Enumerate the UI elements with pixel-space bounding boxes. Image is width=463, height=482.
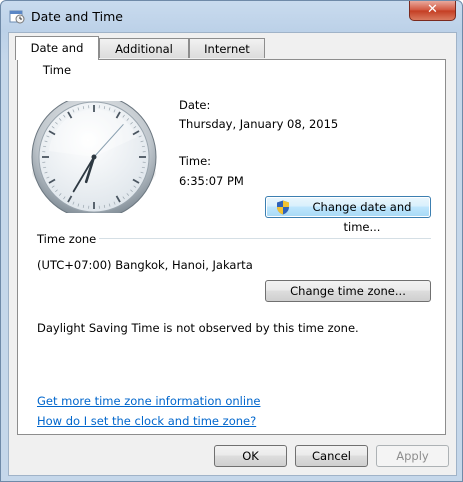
time-zone-heading: Time zone — [37, 232, 97, 246]
close-icon: ✕ — [427, 2, 438, 17]
window-title: Date and Time — [31, 9, 123, 24]
title-bar[interactable]: Date and Time — [1, 1, 462, 31]
change-time-zone-button[interactable]: Change time zone... — [265, 280, 431, 302]
ok-button[interactable]: OK — [214, 445, 287, 467]
time-value: 6:35:07 PM — [179, 174, 244, 188]
tab-internet-time[interactable]: Internet Time — [189, 38, 265, 76]
date-label: Date: — [179, 98, 211, 112]
time-zone-value: (UTC+07:00) Bangkok, Hanoi, Jakarta — [37, 258, 253, 272]
close-button[interactable]: ✕ — [409, 1, 456, 21]
date-time-dialog: Date and Time ✕ Date and Time Additional… — [0, 0, 463, 482]
clock-center-pin — [91, 154, 97, 160]
apply-button[interactable]: Apply — [376, 445, 449, 467]
time-zone-info-link[interactable]: Get more time zone information online — [37, 394, 260, 408]
change-date-time-label: Change date and time... — [312, 200, 412, 234]
tab-additional-clocks[interactable]: Additional Clocks — [99, 38, 189, 76]
clock-help-link[interactable]: How do I set the clock and time zone? — [37, 414, 256, 428]
uac-shield-icon — [277, 200, 289, 215]
tab-date-and-time[interactable]: Date and Time — [15, 36, 99, 77]
date-time-app-icon — [9, 10, 25, 24]
date-value: Thursday, January 08, 2015 — [179, 117, 339, 131]
analog-clock — [31, 101, 157, 213]
cancel-button[interactable]: Cancel — [295, 445, 368, 467]
dst-message: Daylight Saving Time is not observed by … — [37, 321, 359, 335]
change-date-time-button[interactable]: Change date and time... — [265, 196, 431, 234]
time-label: Time: — [179, 154, 212, 168]
time-zone-separator — [99, 238, 431, 239]
